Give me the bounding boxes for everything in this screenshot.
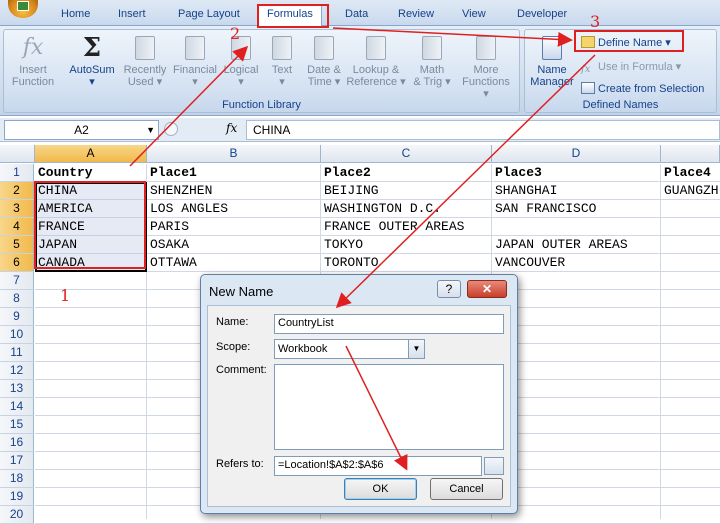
arrow-2-to-3 <box>332 27 573 47</box>
arrow-4-to-5 <box>345 345 408 471</box>
arrow-3-to-4 <box>335 54 596 309</box>
arrow-1-to-2 <box>129 45 249 167</box>
annotation-arrows <box>129 27 596 471</box>
